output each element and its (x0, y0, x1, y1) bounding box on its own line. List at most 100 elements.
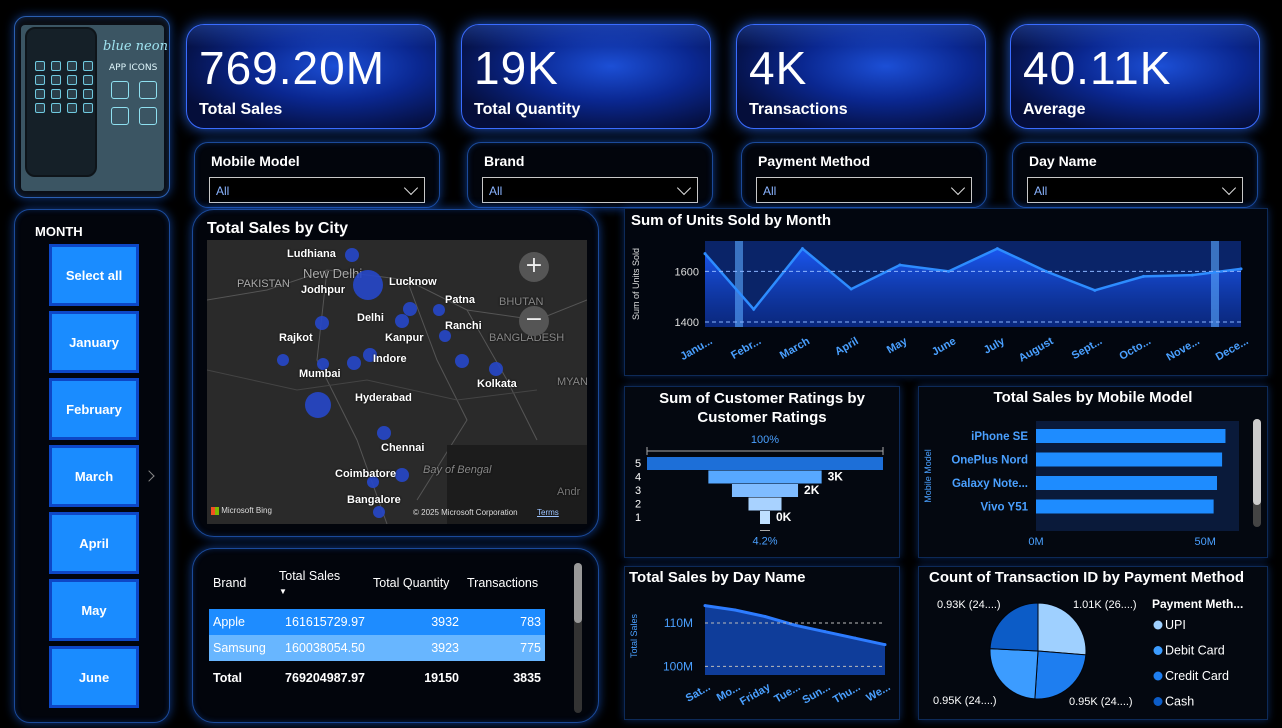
bar (1036, 429, 1226, 443)
month-slicer-header: MONTH (35, 224, 83, 239)
app-icons-thumbnail: blue neon APP ICONS (14, 16, 170, 198)
slicer-label: Mobile Model (211, 153, 300, 169)
table-total-row: Total 769204987.97 19150 3835 (209, 661, 545, 691)
data-point (1093, 288, 1097, 292)
x-tick-label: July (982, 335, 1008, 357)
city-label: Kolkata (477, 378, 517, 390)
city-bubble[interactable] (395, 468, 409, 482)
bar (1036, 499, 1214, 514)
brand-dropdown[interactable]: All (482, 177, 698, 203)
city-bubble[interactable] (347, 356, 361, 370)
city-bubble[interactable] (305, 392, 331, 418)
zoom-out-button[interactable]: − (519, 306, 549, 336)
payment-method-pie-chart[interactable]: 1.01K (26....) 0.95K (24....) 0.95K (24...… (919, 567, 1269, 721)
day-name-slicer: Day Name All (1012, 142, 1258, 208)
column-header-total-sales[interactable]: Total Sales ▼ (275, 569, 369, 609)
sales-by-day-chart[interactable]: 110M 100M Total Sales Sat... Mo...Friday Tue.… (625, 567, 901, 721)
kpi-value: 769.20M (199, 42, 386, 94)
mobile-model-dropdown[interactable]: All (209, 177, 425, 203)
customer-ratings-chart[interactable]: 100% 5 4 3K 3 2K 21 0K 4.2% (625, 387, 901, 559)
x-tick-label: Friday (738, 681, 773, 708)
table-scrollbar[interactable] (574, 563, 582, 713)
kpi-value: 4K (749, 42, 808, 94)
city-label: Bangalore (347, 494, 401, 506)
month-option-may[interactable]: May (49, 579, 139, 641)
sales-by-city-map: Total Sales by City PAKISTAN New Delhi B… (192, 209, 599, 537)
data-point (1142, 274, 1146, 278)
kpi-label: Total Sales (199, 101, 283, 118)
cell-total-transactions: 3835 (513, 671, 541, 685)
payment-method-dropdown[interactable]: All (756, 177, 972, 203)
chevron-right-icon[interactable] (143, 470, 155, 482)
cell-brand: Samsung (209, 635, 275, 661)
zoom-in-button[interactable]: + (519, 252, 549, 282)
kpi-label: Transactions (749, 101, 848, 118)
phone-image (25, 27, 97, 177)
column-header-transactions[interactable]: Transactions (463, 569, 545, 609)
units-by-month-chart[interactable]: 1600 1400 Sum of Units Sold Janu... Febr... M… (625, 209, 1269, 377)
cell-total-sales: 160038054.50 (275, 635, 369, 661)
terms-link[interactable]: Terms (537, 508, 559, 517)
dropdown-value: All (1034, 184, 1048, 198)
city-label: Patna (445, 294, 475, 306)
city-bubble[interactable] (377, 426, 391, 440)
month-option-select-all[interactable]: Select all (49, 244, 139, 306)
y-tick-label: 1600 (675, 266, 699, 278)
category-label: 2 (635, 499, 641, 511)
data-point (947, 269, 951, 273)
cell-total-quantity: 3923 (369, 635, 463, 661)
map-area[interactable]: PAKISTAN New Delhi BHUTAN BANGLADESH MYA… (207, 240, 587, 524)
y-tick-label: 100M (663, 659, 693, 673)
city-bubble[interactable] (455, 354, 469, 368)
category-label: OnePlus Nord (951, 455, 1028, 467)
city-bubble[interactable] (395, 314, 409, 328)
legend-title: Payment Meth... (1152, 597, 1243, 611)
y-axis-label: Total Sales (629, 613, 639, 658)
table-row[interactable]: Apple 161615729.97 3932 783 (209, 609, 545, 635)
city-label: Mumbai (299, 368, 341, 380)
funnel-bar (748, 497, 782, 511)
city-bubble[interactable] (345, 248, 359, 262)
city-label: Coimbatore (335, 468, 397, 480)
city-bubble[interactable] (353, 270, 383, 300)
chevron-down-icon (950, 180, 966, 196)
transactions-by-payment-panel: Count of Transaction ID by Payment Metho… (918, 566, 1268, 720)
city-bubble[interactable] (277, 354, 289, 366)
data-label: 1.01K (26....) (1073, 599, 1137, 611)
x-tick-label: Sept... (1070, 335, 1105, 362)
scrollbar-thumb[interactable] (574, 563, 582, 623)
month-option-february[interactable]: February (49, 378, 139, 440)
bar (1036, 452, 1223, 467)
dropdown-value: All (763, 184, 777, 198)
scrollbar-thumb (1253, 419, 1261, 505)
column-header-total-quantity[interactable]: Total Quantity (369, 569, 463, 609)
cell-total-quantity: 3932 (369, 609, 463, 635)
region-label: MYAN (557, 376, 587, 388)
thumbnail-title: blue neon (103, 39, 168, 54)
city-bubble[interactable] (433, 304, 445, 316)
sales-by-mobile-model-chart[interactable]: iPhone SE OnePlus Nord Galaxy Note... Vivo … (919, 387, 1269, 559)
slicer-label: Day Name (1029, 153, 1097, 169)
payment-method-slicer: Payment Method All (741, 142, 987, 208)
city-bubble[interactable] (315, 316, 329, 330)
data-point (1044, 269, 1048, 273)
data-point (800, 247, 804, 251)
city-bubble[interactable] (373, 506, 385, 518)
x-tick-label: 0M (1028, 536, 1043, 548)
month-option-january[interactable]: January (49, 311, 139, 373)
month-option-june[interactable]: June (49, 646, 139, 708)
data-point (793, 623, 797, 627)
city-bubble[interactable] (489, 362, 503, 376)
city-label: Chennai (381, 442, 425, 454)
city-label: Ludhiana (287, 248, 336, 260)
table-row[interactable]: Samsung 160038054.50 3923 775 (209, 635, 545, 661)
x-tick-label: Janu... (678, 335, 714, 363)
x-tick-label: March (778, 335, 812, 362)
month-option-march[interactable]: March (49, 445, 139, 507)
data-label: 0.95K (24....) (1069, 696, 1133, 708)
column-header-brand[interactable]: Brand (209, 569, 275, 609)
map-copyright: © 2025 Microsoft Corporation (413, 508, 518, 517)
month-option-april[interactable]: April (49, 512, 139, 574)
data-point (763, 615, 767, 618)
day-name-dropdown[interactable]: All (1027, 177, 1243, 203)
